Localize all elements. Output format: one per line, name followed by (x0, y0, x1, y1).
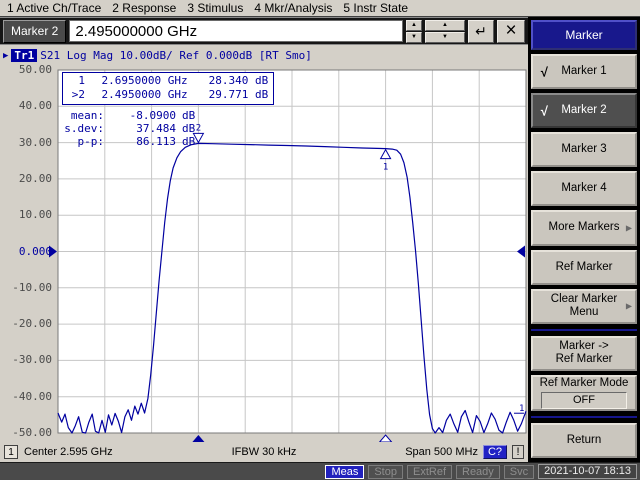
marker-readout-row: 1 2.6950000 GHz 28.340 dB (68, 74, 268, 88)
softkey-marker-4[interactable]: Marker 4 (531, 171, 637, 206)
submenu-arrow-icon: ▶ (626, 221, 632, 234)
softkey-label: Marker 4 (561, 182, 606, 195)
check-icon: √ (540, 104, 547, 117)
fine-step-up-button[interactable]: ▲ (406, 20, 422, 31)
coarse-stepper: ▲ ▼ (425, 20, 465, 43)
status-extref: ExtRef (407, 465, 452, 479)
status-bar: Meas Stop ExtRef Ready Svc 2021-10-07 18… (0, 462, 640, 480)
enter-button[interactable]: ↵ (468, 20, 494, 43)
ref-marker-mode-value: OFF (541, 392, 627, 409)
y-axis-label: 10.00 (0, 208, 52, 221)
trace-format-text: S21 Log Mag 10.00dB/ Ref 0.000dB [RT Smo… (40, 49, 312, 62)
status-stop: Stop (368, 465, 403, 479)
softkey-label: Ref Marker (556, 353, 613, 366)
y-axis-label: -10.00 (0, 281, 52, 294)
status-ready: Ready (456, 465, 500, 479)
y-axis-label: 20.00 (0, 172, 52, 185)
softkey-label: Marker -> (559, 340, 609, 353)
y-axis-label: 30.00 (0, 136, 52, 149)
menu-active-ch-trace[interactable]: 1 Active Ch/Trace (7, 1, 101, 15)
channel-number-box: 1 (4, 445, 18, 459)
softkey-ref-marker-mode[interactable]: Ref Marker Mode OFF (531, 375, 637, 411)
analyzer-screen: 1 Active Ch/Trace 2 Response 3 Stimulus … (0, 0, 640, 480)
y-axis-label: -40.00 (0, 390, 52, 403)
softkey-marker-to-ref-marker[interactable]: Marker -> Ref Marker (531, 336, 637, 371)
softkey-label: Marker 2 (561, 104, 606, 117)
menu-stimulus[interactable]: 3 Stimulus (187, 1, 243, 15)
coarse-step-up-button[interactable]: ▲ (425, 20, 465, 31)
softkey-ref-marker[interactable]: Ref Marker (531, 250, 637, 285)
stat-row-mean: mean:-8.0900dB (62, 109, 195, 122)
marker-readout-row: >2 2.4950000 GHz 29.771 dB (68, 88, 268, 102)
softkey-clear-marker-menu[interactable]: Clear Marker Menu ▶ (531, 289, 637, 324)
marker-row-id: 1 (68, 74, 85, 88)
menu-instr-state[interactable]: 5 Instr State (343, 1, 408, 15)
softkey-label: Marker 3 (561, 143, 606, 156)
span-label: Span 500 MHz (405, 446, 478, 458)
softkey-marker-1[interactable]: √ Marker 1 (531, 54, 637, 89)
marker-entry-bar: Marker 2 ▲ ▼ ▲ ▼ ↵ × (0, 17, 528, 45)
trace-number-tag[interactable]: Tr1 (11, 49, 37, 62)
softkey-more-markers[interactable]: More Markers ▶ (531, 210, 637, 245)
svg-text:2: 2 (196, 123, 201, 133)
softkey-marker-2[interactable]: √ Marker 2 (531, 93, 637, 128)
marker-row-value: 29.771 dB (194, 88, 268, 102)
marker-row-value: 28.340 dB (194, 74, 268, 88)
coarse-step-down-button[interactable]: ▼ (425, 32, 465, 43)
menu-mkr-analysis[interactable]: 4 Mkr/Analysis (254, 1, 332, 15)
close-entry-button[interactable]: × (497, 20, 525, 43)
center-frequency-label: Center 2.595 GHz (24, 446, 113, 458)
softkey-label: Marker 1 (561, 65, 606, 78)
ifbw-label: IFBW 30 kHz (232, 446, 297, 458)
marker-value-input[interactable] (69, 20, 403, 42)
y-axis-label: 40.00 (0, 99, 52, 112)
trace-header: ▶ Tr1 S21 Log Mag 10.00dB/ Ref 0.000dB [… (3, 49, 312, 62)
softkey-menu: Marker √ Marker 1 √ Marker 2 Marker 3 Ma… (528, 17, 640, 462)
stat-row-sdev: s.dev:37.484dB (62, 122, 195, 135)
marker-row-freq: 2.6950000 GHz (92, 74, 188, 88)
statistics-readout: mean:-8.0900dB s.dev:37.484dB p-p:86.113… (62, 109, 195, 148)
correction-badge: C? (483, 445, 507, 459)
marker-row-id: >2 (68, 88, 85, 102)
y-axis-label: 0.000 (0, 245, 52, 258)
softkey-label: Clear Marker (551, 293, 617, 306)
marker-readout-table: 1 2.6950000 GHz 28.340 dB >2 2.4950000 G… (62, 72, 274, 105)
softkey-marker-3[interactable]: Marker 3 (531, 132, 637, 167)
submenu-arrow-icon: ▶ (626, 300, 632, 313)
check-icon: √ (540, 65, 547, 78)
menu-response[interactable]: 2 Response (112, 1, 176, 15)
softkey-label: Return (567, 434, 602, 447)
softkey-return[interactable]: Return (531, 423, 637, 458)
fine-step-down-button[interactable]: ▼ (406, 32, 422, 43)
status-meas: Meas (325, 465, 364, 479)
y-axis-label: -30.00 (0, 353, 52, 366)
active-trace-arrow-icon: ▶ (3, 51, 8, 61)
fine-stepper: ▲ ▼ (406, 20, 422, 43)
stat-row-pp: p-p:86.113dB (62, 135, 195, 148)
marker-entry-label: Marker 2 (3, 20, 66, 43)
stimulus-info-bar: 1 Center 2.595 GHz IFBW 30 kHz Span 500 … (0, 442, 528, 462)
datetime-display: 2021-10-07 18:13 (538, 464, 637, 479)
softkey-label: Menu (570, 306, 599, 319)
graph-area: 1 2 1 ▶ Tr1 S21 Log Mag 10.00dB/ Ref 0.000… (0, 45, 528, 442)
softkey-separator (531, 415, 637, 419)
softkey-label: Ref Marker Mode (540, 377, 629, 390)
y-axis-label: -20.00 (0, 317, 52, 330)
softkey-label: Ref Marker (556, 261, 613, 274)
menu-bar: 1 Active Ch/Trace 2 Response 3 Stimulus … (0, 0, 640, 17)
softkey-separator (531, 328, 637, 332)
status-svc: Svc (504, 465, 534, 479)
marker-row-freq: 2.4950000 GHz (92, 88, 188, 102)
svg-text:1: 1 (383, 163, 388, 173)
softkey-menu-title: Marker (531, 20, 637, 50)
y-axis-label: 50.00 (0, 63, 52, 76)
alert-badge: ! (512, 445, 524, 459)
y-axis-label: -50.00 (0, 426, 52, 439)
softkey-label: More Markers (549, 221, 620, 234)
